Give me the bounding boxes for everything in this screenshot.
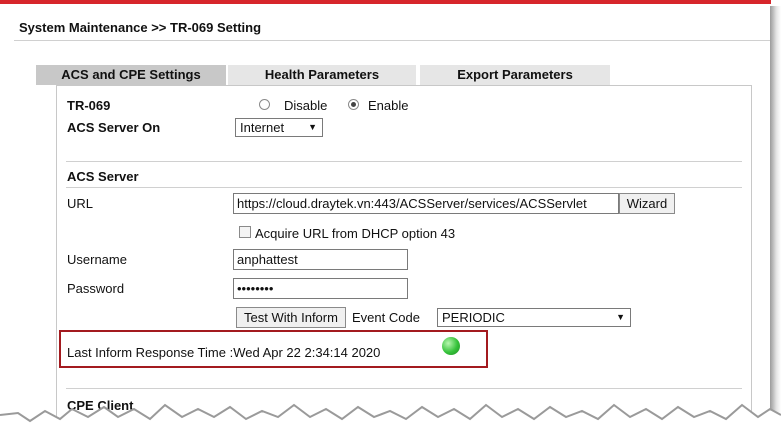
tr069-enable-radio[interactable]	[348, 99, 359, 110]
chevron-down-icon: ▼	[616, 312, 625, 322]
tr069-label: TR-069	[67, 98, 111, 113]
last-inform-value: Wed Apr 22 2:34:14 2020	[233, 345, 381, 360]
window-shadow	[770, 6, 781, 443]
torn-edge-decoration	[0, 403, 781, 443]
last-inform-text: Last Inform Response Time :Wed Apr 22 2:…	[67, 345, 380, 360]
title-divider	[14, 40, 770, 41]
tab-export-parameters[interactable]: Export Parameters	[420, 65, 610, 85]
chevron-down-icon: ▼	[308, 122, 317, 132]
username-label: Username	[67, 252, 127, 267]
acs-server-section-title: ACS Server	[67, 169, 139, 184]
username-input[interactable]: anphattest	[233, 249, 408, 270]
acs-server-on-value: Internet	[240, 120, 285, 135]
acs-server-on-label: ACS Server On	[67, 120, 161, 135]
event-code-select[interactable]: PERIODIC ▼	[437, 308, 631, 327]
tab-acs-cpe-settings[interactable]: ACS and CPE Settings	[36, 65, 226, 85]
acquire-url-checkbox[interactable]	[239, 226, 251, 238]
section-divider-cpe	[66, 388, 742, 389]
page-title: System Maintenance >> TR-069 Setting	[19, 20, 262, 35]
acquire-url-label: Acquire URL from DHCP option 43	[255, 226, 456, 241]
tr069-disable-radio[interactable]	[259, 99, 270, 110]
section-divider-acs	[66, 161, 742, 162]
tr069-disable-label: Disable	[284, 98, 328, 113]
tr069-enable-label: Enable	[368, 98, 409, 113]
password-label: Password	[67, 281, 125, 296]
event-code-value: PERIODIC	[442, 310, 505, 325]
url-input[interactable]: https://cloud.draytek.vn:443/ACSServer/s…	[233, 193, 619, 214]
last-inform-label: Last Inform Response Time :	[67, 345, 234, 360]
password-input[interactable]: ••••••••	[233, 278, 408, 299]
acs-server-on-select[interactable]: Internet ▼	[235, 118, 323, 137]
top-accent-bar	[0, 0, 771, 4]
wizard-button[interactable]: Wizard	[619, 193, 675, 214]
tr069-setting-page: System Maintenance >> TR-069 Setting ACS…	[0, 0, 771, 443]
tab-health-parameters[interactable]: Health Parameters	[228, 65, 416, 85]
event-code-label: Event Code	[352, 310, 420, 325]
url-label: URL	[67, 196, 94, 211]
test-with-inform-button[interactable]: Test With Inform	[236, 307, 346, 328]
section-divider-acs-bottom	[66, 187, 742, 188]
status-ok-icon	[442, 337, 460, 355]
